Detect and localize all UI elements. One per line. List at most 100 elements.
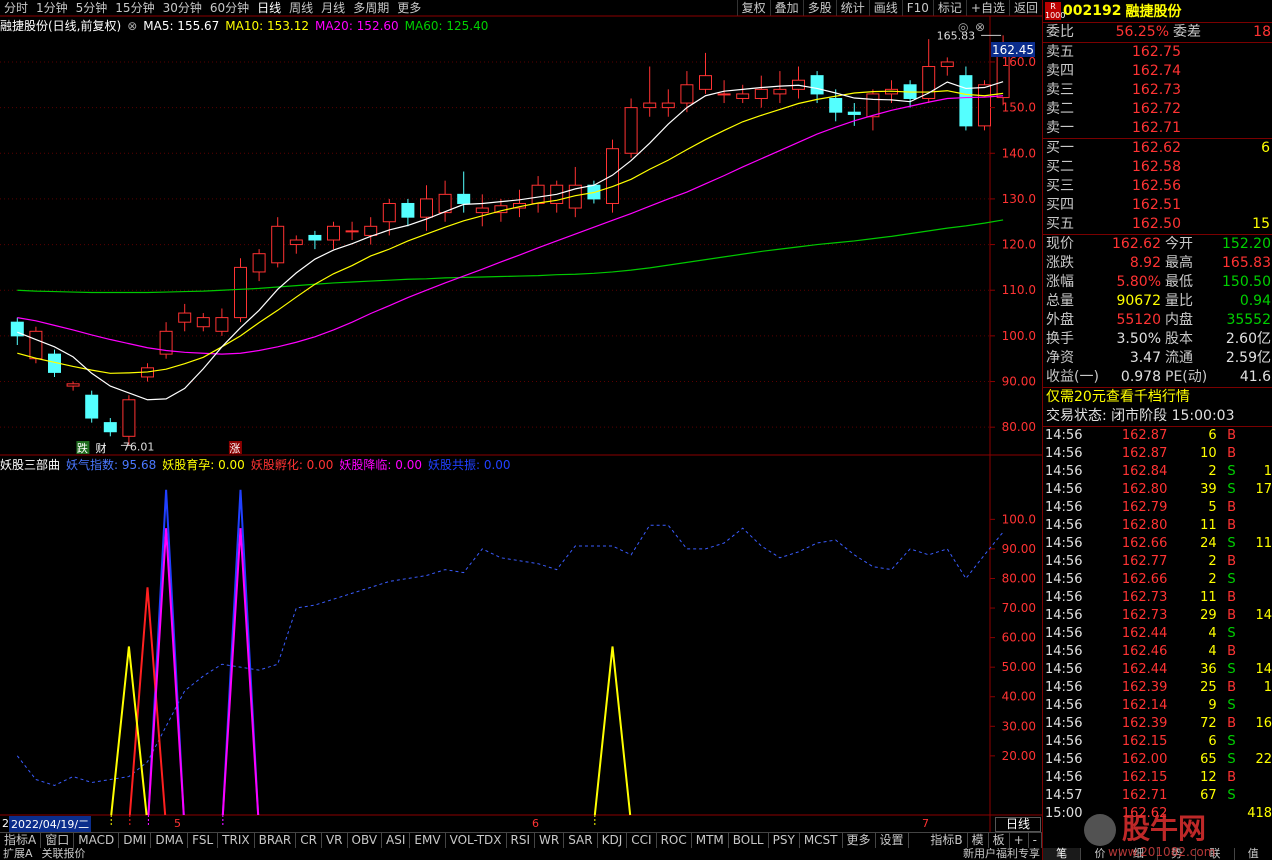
candle[interactable] <box>940 57 954 76</box>
tab-roc[interactable]: ROC <box>657 833 692 848</box>
tab-asi[interactable]: ASI <box>382 833 411 848</box>
candle[interactable] <box>289 235 303 254</box>
chart-close-icon[interactable]: ⊗ <box>127 18 137 34</box>
candle[interactable] <box>866 89 880 131</box>
add-window-button[interactable]: + <box>1010 833 1029 848</box>
tab-indicator-b[interactable]: 指标B <box>926 833 968 848</box>
event-marker-down[interactable]: 跌 <box>77 441 88 455</box>
tab-kdj[interactable]: KDJ <box>598 833 628 848</box>
tab-window[interactable]: 窗口 <box>41 833 75 848</box>
tab-trix[interactable]: TRIX <box>218 833 255 848</box>
status-related-quote[interactable]: 关联报价 <box>36 848 92 860</box>
candle[interactable] <box>475 194 489 227</box>
candle[interactable] <box>680 71 694 113</box>
candle[interactable] <box>401 198 415 227</box>
candle[interactable] <box>252 249 266 282</box>
candle-body <box>940 61 954 68</box>
chart-area[interactable]: 160.0 150.0 140.0 130.0 120.0 110.0 100.0 90.00… <box>0 0 1042 832</box>
tab-settings[interactable]: 设置 <box>876 833 909 848</box>
remove-window-button[interactable]: - <box>1029 833 1042 848</box>
candle[interactable] <box>624 98 638 158</box>
tab-fsl[interactable]: FSL <box>188 833 219 848</box>
candle[interactable] <box>773 71 787 104</box>
candle[interactable] <box>606 139 619 213</box>
tick-list[interactable]: 14:56 162.87 6 B 14:56 162.87 10 B 14:56 162.84 2 S… <box>1043 427 1272 823</box>
candle[interactable] <box>513 189 526 218</box>
ask-row[interactable]: 卖一 162.71 <box>1043 119 1272 138</box>
tab-mcst[interactable]: MCST <box>800 833 843 848</box>
candle[interactable] <box>438 180 452 222</box>
candle[interactable] <box>85 390 99 423</box>
tab-vol-tdx[interactable]: VOL-TDX <box>446 833 507 848</box>
event-marker-finance[interactable]: 财 <box>96 441 107 455</box>
bid-row[interactable]: 买四 162.51 <box>1043 196 1272 215</box>
candle[interactable] <box>661 89 675 117</box>
tab-cr[interactable]: CR <box>296 833 322 848</box>
candle[interactable] <box>903 80 917 108</box>
candle[interactable] <box>66 381 80 391</box>
candle[interactable] <box>122 395 136 446</box>
tab-sar[interactable]: SAR <box>564 833 598 848</box>
bid-row[interactable]: 买一 162.62 6 <box>1043 139 1272 158</box>
tab-vr[interactable]: VR <box>322 833 348 848</box>
candle[interactable] <box>792 66 805 99</box>
bid-row[interactable]: 买二 162.58 <box>1043 158 1272 177</box>
tab-wr[interactable]: WR <box>535 833 565 848</box>
ask-row[interactable]: 卖五 162.75 <box>1043 43 1272 62</box>
tab-more-indicators[interactable]: 更多 <box>843 833 876 848</box>
tab-boll[interactable]: BOLL <box>729 833 769 848</box>
candle[interactable] <box>345 221 359 240</box>
candle[interactable] <box>10 317 24 345</box>
tick-volume: 6 <box>1208 734 1217 749</box>
candle[interactable] <box>754 75 768 108</box>
tab-dma[interactable]: DMA <box>151 833 189 848</box>
status-new-user[interactable]: 新用户福利专享 <box>961 848 1042 860</box>
tick-side: S <box>1227 572 1236 587</box>
candle[interactable] <box>643 66 657 117</box>
candle[interactable] <box>420 185 433 231</box>
candle[interactable] <box>959 66 973 131</box>
tab-rsi[interactable]: RSI <box>507 833 536 848</box>
candle[interactable] <box>234 258 247 323</box>
tab-template-2[interactable]: 板 <box>989 833 1010 848</box>
yuyun-spike-path <box>593 646 632 816</box>
tab-dmi[interactable]: DMI <box>119 833 152 848</box>
promo-text[interactable]: 仅需20元查看千档行情 <box>1043 388 1190 407</box>
candle[interactable] <box>103 418 117 437</box>
candle[interactable] <box>364 217 378 245</box>
candle[interactable] <box>327 221 340 250</box>
bid-row[interactable]: 买三 162.56 <box>1043 177 1272 196</box>
candle[interactable] <box>531 176 545 213</box>
ask-row[interactable]: 卖三 162.73 <box>1043 81 1272 100</box>
period-button[interactable]: 日线 <box>995 817 1041 832</box>
tab-brar[interactable]: BRAR <box>255 833 297 848</box>
candle[interactable] <box>215 308 229 336</box>
tab-macd[interactable]: MACD <box>74 833 120 848</box>
candle[interactable] <box>196 313 210 332</box>
chart-settings-icon[interactable]: ◎ <box>958 20 968 34</box>
candle[interactable] <box>568 166 582 218</box>
promo-row[interactable]: 仅需20元查看千档行情 <box>1043 388 1272 407</box>
ask-row[interactable]: 卖四 162.74 <box>1043 62 1272 81</box>
tab-obv[interactable]: OBV <box>348 833 383 848</box>
event-marker-up[interactable]: 涨 <box>229 442 240 455</box>
bid-row[interactable]: 买五 162.50 15 <box>1043 215 1272 234</box>
chart-close-button[interactable]: ⊗ <box>975 20 985 34</box>
tab-mtm[interactable]: MTM <box>692 833 729 848</box>
tab-cci[interactable]: CCI <box>627 833 657 848</box>
candle[interactable] <box>550 180 564 213</box>
candle[interactable] <box>699 52 712 94</box>
tab-template-1[interactable]: 模 <box>968 833 989 848</box>
tab-emv[interactable]: EMV <box>410 833 446 848</box>
candle[interactable] <box>178 303 192 332</box>
stat-label-2: 最高 <box>1165 255 1193 271</box>
status-extend-a[interactable]: 扩展A <box>0 848 36 860</box>
indicator-name[interactable]: 妖股三部曲 <box>0 457 60 473</box>
ask-row[interactable]: 卖二 162.72 <box>1043 100 1272 119</box>
candle[interactable] <box>308 230 322 250</box>
candle[interactable] <box>736 84 750 104</box>
tab-psy[interactable]: PSY <box>769 833 800 848</box>
tab-indicator-a[interactable]: 指标A <box>0 833 42 848</box>
candle[interactable] <box>159 322 173 359</box>
candle[interactable] <box>271 217 285 268</box>
